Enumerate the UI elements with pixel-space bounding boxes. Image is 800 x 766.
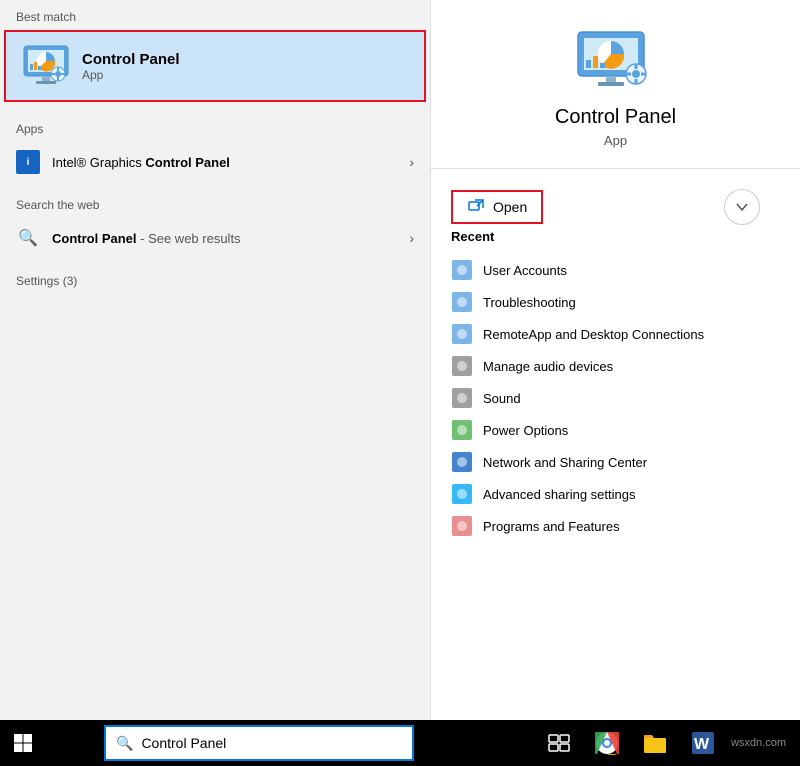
recent-item-icon xyxy=(451,323,473,345)
word-button[interactable]: W xyxy=(683,723,723,763)
recent-item-name: Programs and Features xyxy=(483,519,620,534)
settings-section: Settings (3) xyxy=(0,264,430,294)
taskbar-icons-group: W wsxdn.com xyxy=(539,723,790,763)
recent-item-icon xyxy=(451,291,473,313)
search-icon: 🔍 xyxy=(16,226,40,250)
wsxdn-label: wsxdn.com xyxy=(731,737,786,749)
web-chevron-icon: › xyxy=(409,230,414,246)
intel-graphics-item[interactable]: i Intel® Graphics Control Panel › xyxy=(0,142,430,182)
intel-app-name: Intel® Graphics Control Panel xyxy=(52,155,409,170)
recent-item[interactable]: Sound xyxy=(451,382,780,414)
divider xyxy=(431,168,800,169)
right-app-name: Control Panel xyxy=(555,106,676,129)
open-button[interactable]: Open xyxy=(451,190,543,224)
right-detail-panel: Control Panel App Open xyxy=(430,0,800,720)
best-match-item[interactable]: Control Panel App xyxy=(4,30,426,102)
best-match-info: Control Panel App xyxy=(82,51,180,82)
open-icon xyxy=(467,198,485,216)
chevron-right-icon: › xyxy=(409,154,414,170)
recent-item[interactable]: RemoteApp and Desktop Connections xyxy=(451,318,780,350)
recent-item-name: User Accounts xyxy=(483,263,567,278)
web-search-item[interactable]: 🔍 Control Panel - See web results › xyxy=(0,218,430,258)
recent-item-name: Sound xyxy=(483,391,521,406)
right-control-panel-icon xyxy=(576,30,656,90)
recent-item-name: Troubleshooting xyxy=(483,295,576,310)
recent-item[interactable]: Advanced sharing settings xyxy=(451,478,780,510)
settings-label: Settings (3) xyxy=(0,264,430,294)
recent-item-name: Advanced sharing settings xyxy=(483,487,635,502)
web-section: Search the web 🔍 Control Panel - See web… xyxy=(0,188,430,258)
recent-items-list: User Accounts Troubleshooting RemoteApp … xyxy=(451,254,780,542)
open-button-row: Open xyxy=(431,185,800,229)
web-label: Search the web xyxy=(0,188,430,218)
recent-item[interactable]: Programs and Features xyxy=(451,510,780,542)
taskbar-search-icon: 🔍 xyxy=(116,735,133,752)
intel-icon: i xyxy=(16,150,40,174)
recent-item[interactable]: User Accounts xyxy=(451,254,780,286)
recent-item[interactable]: Manage audio devices xyxy=(451,350,780,382)
control-panel-icon xyxy=(22,42,70,90)
recent-item[interactable]: Troubleshooting xyxy=(451,286,780,318)
web-search-text: Control Panel - See web results xyxy=(52,231,409,246)
recent-label: Recent xyxy=(451,229,780,244)
recent-section: Recent User Accounts Troubleshooting Rem… xyxy=(431,229,800,542)
recent-item[interactable]: Network and Sharing Center xyxy=(451,446,780,478)
recent-item-name: Network and Sharing Center xyxy=(483,455,647,470)
recent-item-name: Manage audio devices xyxy=(483,359,613,374)
apps-section: Apps i Intel® Graphics Control Panel › xyxy=(0,112,430,182)
windows-button[interactable] xyxy=(0,720,46,766)
search-results-panel: Best match xyxy=(0,0,430,720)
chrome-button[interactable] xyxy=(587,723,627,763)
taskbar-search-bar[interactable]: 🔍 Control Panel xyxy=(104,725,414,761)
expand-button[interactable] xyxy=(724,189,760,225)
right-app-type: App xyxy=(604,133,627,148)
open-label: Open xyxy=(493,199,527,215)
task-view-button[interactable] xyxy=(539,723,579,763)
recent-item-icon xyxy=(451,515,473,537)
taskbar: 🔍 Control Panel xyxy=(0,720,800,766)
best-match-subtitle: App xyxy=(82,68,180,82)
recent-item-name: RemoteApp and Desktop Connections xyxy=(483,327,704,342)
apps-label: Apps xyxy=(0,112,430,142)
best-match-title: Control Panel xyxy=(82,51,180,68)
file-explorer-button[interactable] xyxy=(635,723,675,763)
recent-item-icon xyxy=(451,451,473,473)
recent-item-icon xyxy=(451,483,473,505)
recent-item-icon xyxy=(451,387,473,409)
svg-text:W: W xyxy=(694,736,710,753)
recent-item-icon xyxy=(451,259,473,281)
recent-item-name: Power Options xyxy=(483,423,568,438)
recent-item-icon xyxy=(451,355,473,377)
recent-item-icon xyxy=(451,419,473,441)
recent-item[interactable]: Power Options xyxy=(451,414,780,446)
taskbar-search-text: Control Panel xyxy=(141,735,226,751)
best-match-label: Best match xyxy=(0,0,430,30)
